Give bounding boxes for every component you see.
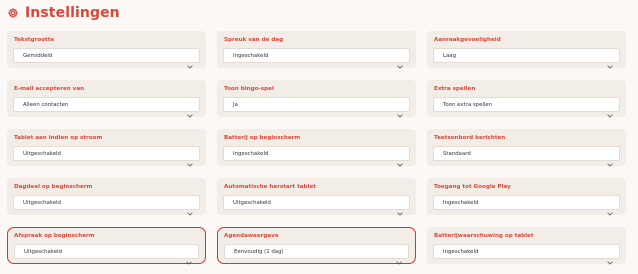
setting-value: Laag	[443, 52, 457, 59]
setting-card: E-mail accepteren van Alleen contacten	[7, 80, 206, 118]
setting-label: Batterijwaarschuwing op tablet	[434, 233, 534, 239]
setting-select[interactable]: Uitgeschakeld	[223, 195, 410, 216]
setting-card: Batterij op beginscherm Ingeschakeld	[217, 129, 416, 167]
setting-select[interactable]: Standaard	[433, 146, 620, 167]
setting-select[interactable]: Gemiddeld	[13, 48, 200, 69]
setting-value: Uitgeschakeld	[23, 199, 61, 206]
setting-card: Toegang tot Google Play Ingeschakeld	[427, 178, 626, 216]
setting-select[interactable]: Uitgeschakeld	[13, 195, 200, 216]
setting-value: Uitgeschakeld	[24, 248, 62, 255]
setting-card: Extra spellen Toon extra spellen	[427, 80, 626, 118]
chevron-down-icon	[607, 201, 613, 216]
setting-label: Toon bingo-spel	[224, 86, 274, 92]
setting-label: Automatische herstart tablet	[224, 184, 316, 190]
setting-value: Eenvoudig (1 dag)	[234, 248, 284, 255]
chevron-down-icon	[397, 54, 403, 69]
setting-select[interactable]: Alleen contacten	[13, 97, 200, 118]
setting-label: Extra spellen	[434, 86, 476, 92]
setting-card: Toon bingo-spel Ja	[217, 80, 416, 118]
chevron-down-icon	[607, 103, 613, 118]
setting-value: Uitgeschakeld	[233, 199, 271, 206]
setting-value: Ja	[233, 101, 238, 108]
setting-value: Ingeschakeld	[233, 150, 269, 157]
setting-value: Toon extra spellen	[443, 101, 493, 108]
settings-page: Instellingen Tekstgrootte Gemiddeld Spreuk…	[0, 0, 638, 274]
setting-value: Ingeschakeld	[443, 199, 479, 206]
setting-label: Toegang tot Google Play	[434, 184, 511, 190]
gear-icon	[7, 7, 19, 19]
chevron-down-icon	[187, 103, 193, 118]
setting-select[interactable]: Ingeschakeld	[433, 244, 620, 265]
chevron-down-icon	[396, 250, 402, 265]
chevron-down-icon	[187, 152, 193, 167]
setting-label: E-mail accepteren van	[14, 86, 85, 92]
chevron-down-icon	[186, 250, 192, 265]
setting-label: Tekstgrootte	[14, 37, 55, 43]
chevron-down-icon	[187, 54, 193, 69]
setting-card: Agendaweergave Eenvoudig (1 dag)	[217, 227, 416, 265]
setting-card: Tablet aan indien op stroom Uitgeschakeld	[7, 129, 206, 167]
setting-label: Agendaweergave	[224, 233, 279, 239]
setting-label: Tablet aan indien op stroom	[14, 135, 103, 141]
chevron-down-icon	[607, 152, 613, 167]
setting-select[interactable]: Ingeschakeld	[433, 195, 620, 216]
page-title: Instellingen	[25, 5, 120, 21]
setting-label: Afspraak op beginscherm	[14, 233, 95, 239]
setting-value: Ingeschakeld	[443, 248, 479, 255]
setting-card: Dagdeel op beginscherm Uitgeschakeld	[7, 178, 206, 216]
setting-value: Alleen contacten	[23, 101, 69, 108]
setting-label: Aanraakgevoeligheid	[434, 37, 501, 43]
setting-select[interactable]: Toon extra spellen	[433, 97, 620, 118]
setting-label: Spreuk van de dag	[224, 37, 284, 43]
setting-select[interactable]: Ingeschakeld	[223, 48, 410, 69]
setting-card: Batterijwaarschuwing op tablet Ingeschake…	[427, 227, 626, 265]
setting-label: Teetsonbord berichten	[434, 135, 506, 141]
setting-card: Afspraak op beginscherm Uitgeschakeld	[7, 227, 206, 265]
setting-card: Tekstgrootte Gemiddeld	[7, 31, 206, 69]
setting-select[interactable]: Laag	[433, 48, 620, 69]
setting-select[interactable]: Uitgeschakeld	[13, 146, 200, 167]
setting-card: Teetsonbord berichten Standaard	[427, 129, 626, 167]
chevron-down-icon	[607, 54, 613, 69]
setting-value: Uitgeschakeld	[23, 150, 61, 157]
setting-label: Batterij op beginscherm	[224, 135, 301, 141]
setting-select[interactable]: Eenvoudig (1 dag)	[224, 244, 409, 265]
setting-value: Standaard	[443, 150, 471, 157]
setting-value: Gemiddeld	[23, 52, 53, 59]
page-header: Instellingen	[7, 3, 120, 23]
setting-select[interactable]: Uitgeschakeld	[14, 244, 199, 265]
setting-select[interactable]: Ingeschakeld	[223, 146, 410, 167]
setting-card: Spreuk van de dag Ingeschakeld	[217, 31, 416, 69]
chevron-down-icon	[607, 250, 613, 265]
setting-card: Aanraakgevoeligheid Laag	[427, 31, 626, 69]
setting-label: Dagdeel op beginscherm	[14, 184, 93, 190]
chevron-down-icon	[397, 152, 403, 167]
setting-value: Ingeschakeld	[233, 52, 269, 59]
chevron-down-icon	[397, 103, 403, 118]
setting-select[interactable]: Ja	[223, 97, 410, 118]
chevron-down-icon	[397, 201, 403, 216]
setting-card: Automatische herstart tablet Uitgeschakel…	[217, 178, 416, 216]
chevron-down-icon	[187, 201, 193, 216]
